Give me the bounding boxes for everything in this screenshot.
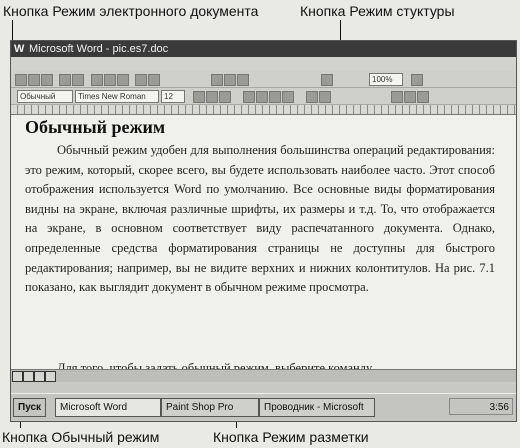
document-heading: Обычный режим xyxy=(25,117,166,137)
align-right-icon[interactable] xyxy=(269,91,281,103)
bold-icon[interactable] xyxy=(193,91,205,103)
online-layout-view-button[interactable] xyxy=(23,371,34,382)
columns-icon[interactable] xyxy=(224,74,236,86)
open-icon[interactable] xyxy=(28,74,40,86)
system-tray-clock: 3:56 xyxy=(449,398,513,415)
highlight-icon[interactable] xyxy=(404,91,416,103)
paste-icon[interactable] xyxy=(117,74,129,86)
underline-icon[interactable] xyxy=(219,91,231,103)
align-left-icon[interactable] xyxy=(243,91,255,103)
new-doc-icon[interactable] xyxy=(15,74,27,86)
start-button[interactable]: Пуск xyxy=(13,398,47,417)
print-icon[interactable] xyxy=(59,74,71,86)
horizontal-scrollbar[interactable] xyxy=(11,369,516,382)
outline-view-button[interactable] xyxy=(45,371,56,382)
zoom-select[interactable]: 100% xyxy=(369,73,403,86)
callout-electronic-doc-mode: Кнопка Режим электронного документа xyxy=(3,3,259,19)
formatting-toolbar: Обычный Times New Roman 12 xyxy=(11,88,516,105)
callout-normal-mode: Кнопка Обычный режим xyxy=(2,429,160,445)
normal-view-button[interactable] xyxy=(12,371,23,382)
callout-layout-mode: Кнопка Режим разметки xyxy=(213,429,369,445)
help-icon[interactable] xyxy=(411,74,423,86)
border-icon[interactable] xyxy=(391,91,403,103)
style-select[interactable]: Обычный xyxy=(17,90,73,103)
taskbar-item-word[interactable]: Microsoft Word xyxy=(55,398,161,417)
copy-icon[interactable] xyxy=(104,74,116,86)
align-center-icon[interactable] xyxy=(256,91,268,103)
show-marks-icon[interactable] xyxy=(321,74,333,86)
font-size-select[interactable]: 12 xyxy=(161,90,185,103)
document-page[interactable]: Обычный режим Обычный режим удобен для в… xyxy=(11,115,516,373)
cut-icon[interactable] xyxy=(91,74,103,86)
drawing-icon[interactable] xyxy=(237,74,249,86)
table-icon[interactable] xyxy=(211,74,223,86)
word-app-icon: W xyxy=(14,43,25,55)
callout-structure-mode: Кнопка Режим стуктуры xyxy=(300,3,455,19)
italic-icon[interactable] xyxy=(206,91,218,103)
title-bar: W Microsoft Word - pic.es7.doc xyxy=(11,41,516,57)
undo-icon[interactable] xyxy=(135,74,147,86)
menu-bar xyxy=(11,57,516,71)
word-window: W Microsoft Word - pic.es7.doc 100% Обыч… xyxy=(10,40,517,422)
font-color-icon[interactable] xyxy=(417,91,429,103)
window-title: Microsoft Word - pic.es7.doc xyxy=(29,43,169,55)
document-paragraph: Обычный режим удобен для выполнения боль… xyxy=(25,143,495,295)
preview-icon[interactable] xyxy=(72,74,84,86)
bullets-icon[interactable] xyxy=(319,91,331,103)
redo-icon[interactable] xyxy=(148,74,160,86)
windows-taskbar: Пуск Microsoft Word Paint Shop Pro Прово… xyxy=(11,393,516,420)
taskbar-item-paintshop[interactable]: Paint Shop Pro xyxy=(161,398,259,417)
standard-toolbar: 100% xyxy=(11,71,516,88)
horizontal-ruler[interactable] xyxy=(11,105,516,115)
page-layout-view-button[interactable] xyxy=(34,371,45,382)
justify-icon[interactable] xyxy=(282,91,294,103)
save-icon[interactable] xyxy=(41,74,53,86)
font-select[interactable]: Times New Roman xyxy=(75,90,159,103)
numbering-icon[interactable] xyxy=(306,91,318,103)
taskbar-item-explorer[interactable]: Проводник - Microsoft xyxy=(259,398,375,417)
